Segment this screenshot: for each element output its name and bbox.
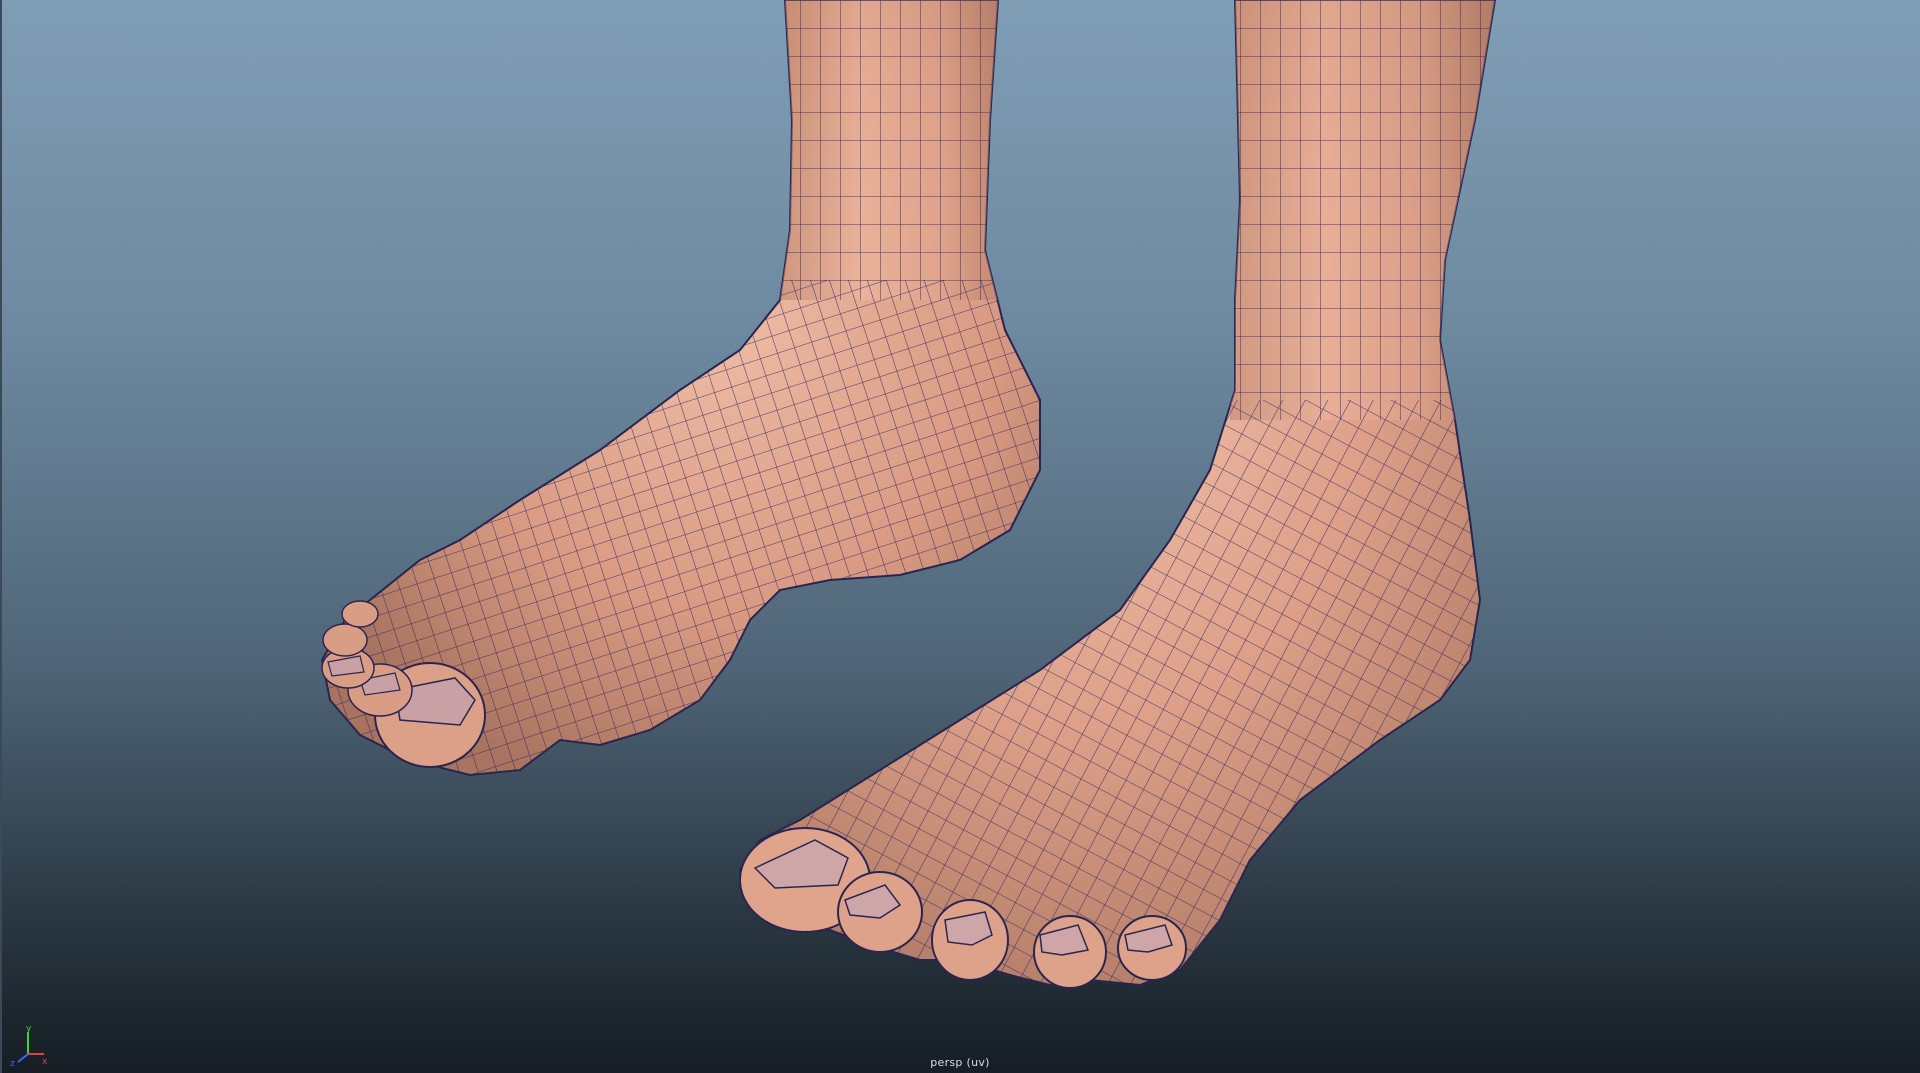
left-foot[interactable] <box>300 0 1060 800</box>
axis-y-label: y <box>26 1024 32 1034</box>
feet-mesh-render[interactable] <box>0 0 1920 1073</box>
camera-name-label: persp (uv) <box>930 1056 990 1069</box>
perspective-viewport[interactable]: y x z persp (uv) <box>0 0 1920 1073</box>
